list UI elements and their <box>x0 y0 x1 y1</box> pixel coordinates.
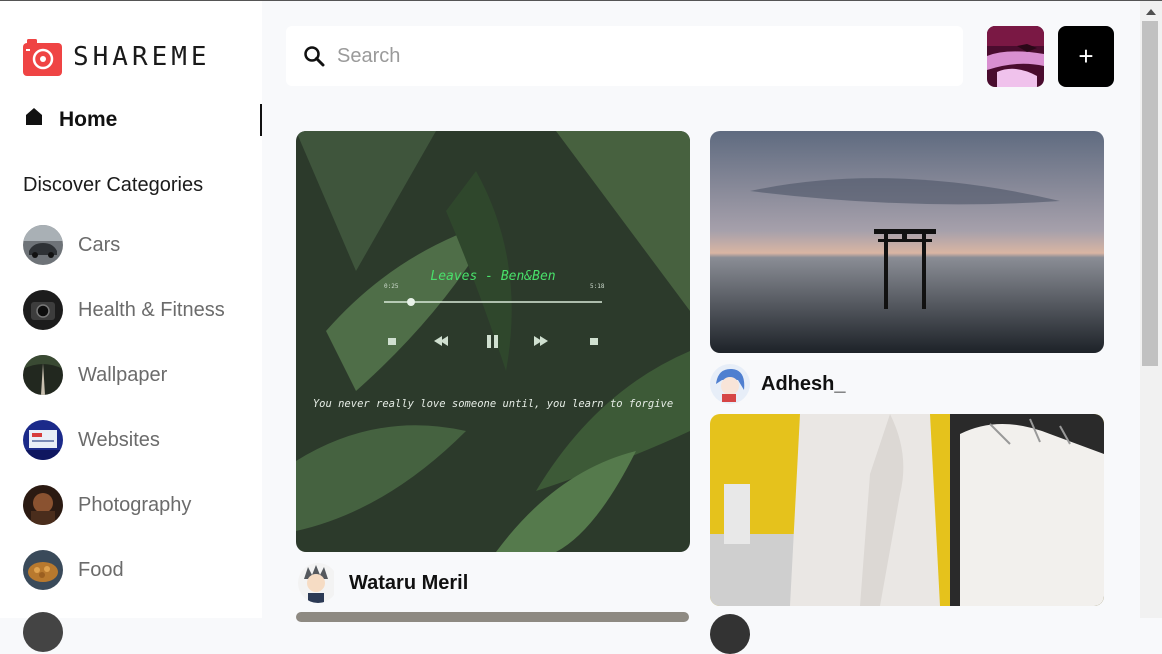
author-name: Adhesh_ <box>761 372 846 395</box>
pin-quote: You never really love someone until, you… <box>312 398 674 410</box>
author-avatar <box>710 364 750 404</box>
wallpaper-avatar <box>23 355 63 395</box>
scrollbar-thumb[interactable] <box>1142 21 1158 366</box>
category-label: Food <box>78 558 124 581</box>
sidebar-item-websites[interactable]: Websites <box>23 420 160 460</box>
cars-avatar <box>23 225 63 265</box>
sidebar-item-health-fitness[interactable]: Health & Fitness <box>23 290 225 330</box>
food-avatar <box>23 550 63 590</box>
add-pin-button[interactable]: + <box>1058 26 1114 87</box>
scroll-up-arrow-icon[interactable] <box>1140 3 1162 21</box>
category-label: Cars <box>78 233 121 256</box>
pin-image[interactable] <box>710 414 1104 606</box>
pin-image[interactable] <box>710 131 1104 353</box>
song-title: Leaves - Ben&Ben <box>430 269 556 284</box>
pin-image[interactable] <box>296 612 689 622</box>
sidebar-item-wallpaper[interactable]: Wallpaper <box>23 355 167 395</box>
sidebar-item-cars[interactable]: Cars <box>23 225 120 265</box>
websites-avatar <box>23 420 63 460</box>
camera-icon <box>23 39 62 76</box>
pin-author[interactable]: Adhesh_ <box>710 364 845 404</box>
sidebar-item-photography[interactable]: Photography <box>23 485 191 525</box>
sidebar-item-food[interactable]: Food <box>23 550 124 590</box>
logo[interactable]: SHAREME <box>23 38 211 76</box>
author-name: Wataru Meril <box>349 571 469 594</box>
category-label: Websites <box>78 428 160 451</box>
brand-name: SHAREME <box>73 42 211 72</box>
time-elapsed: 0:25 <box>384 283 399 290</box>
author-avatar <box>298 563 338 603</box>
category-avatar <box>23 612 63 652</box>
search-icon <box>304 46 325 67</box>
pin-hoodies-image <box>710 414 1104 606</box>
category-label: Wallpaper <box>78 363 168 386</box>
category-label: Photography <box>78 493 192 516</box>
pin-author[interactable] <box>710 614 761 654</box>
scrollbar[interactable] <box>1140 1 1162 618</box>
user-avatar[interactable] <box>987 26 1044 87</box>
health-fitness-avatar <box>23 290 63 330</box>
pin-torii-image <box>710 131 1104 353</box>
search-input[interactable] <box>335 43 915 69</box>
home-icon <box>26 108 42 125</box>
search-bar[interactable] <box>286 26 963 86</box>
author-avatar <box>710 614 750 654</box>
home-label: Home <box>59 108 118 131</box>
sidebar-item-more[interactable] <box>23 612 63 652</box>
pin-author[interactable]: Wataru Meril <box>298 563 468 603</box>
pin-leaves-image <box>296 131 690 552</box>
category-label: Health & Fitness <box>78 298 225 321</box>
pin-image[interactable]: Leaves - Ben&Ben 0:25 5:18 You never rea… <box>296 131 690 552</box>
discover-categories-heading: Discover Categories <box>23 174 204 196</box>
sidebar: SHAREME Home Discover Categories Cars He… <box>0 1 262 652</box>
time-total: 5:18 <box>590 283 605 290</box>
sidebar-item-home[interactable]: Home <box>23 104 262 136</box>
photography-avatar <box>23 485 63 525</box>
